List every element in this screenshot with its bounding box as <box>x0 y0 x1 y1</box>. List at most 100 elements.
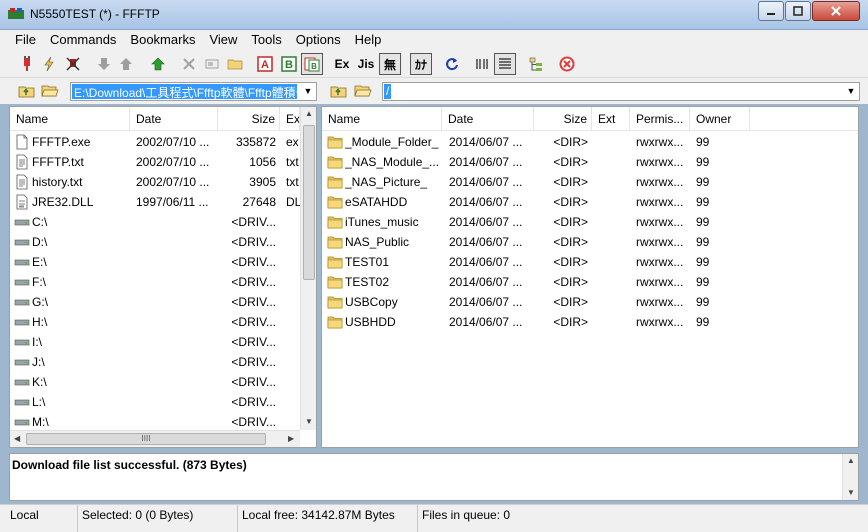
scroll-left-arrow-icon[interactable]: ◀ <box>14 434 20 443</box>
file-permissions: rwxrwx... <box>636 195 684 209</box>
disconnect-button[interactable] <box>62 53 84 75</box>
menu-file[interactable]: File <box>8 30 43 50</box>
svg-text:B: B <box>285 59 293 71</box>
euc-mode-button[interactable]: Ex <box>331 53 353 75</box>
title-bar[interactable]: N5550TEST (*) - FFFTP <box>0 0 868 30</box>
file-size: <DIR> <box>553 155 588 169</box>
local-horizontal-scrollbar[interactable]: ◀ IIII ▶ <box>10 430 300 447</box>
local-file-row[interactable]: L:\ <DRIV... <box>10 392 316 412</box>
local-path-combo[interactable]: E:\Download\工具程式\Ffftp軟體\Ffftp體積奇小速度奇快 ▼ <box>70 82 317 101</box>
remote-file-row[interactable]: TEST02 2014/06/07 ... <DIR> rwxrwx... 99 <box>322 272 858 292</box>
scroll-down-arrow-icon[interactable]: ▼ <box>305 417 313 426</box>
remote-col-owner[interactable]: Owner <box>690 107 750 131</box>
auto-mode-button[interactable]: B <box>301 53 323 75</box>
local-file-row[interactable]: history.txt 2002/07/10 ... 3905 txt <box>10 172 316 192</box>
make-folder-button[interactable] <box>224 53 246 75</box>
menu-tools[interactable]: Tools <box>244 30 288 50</box>
folder-icon <box>327 156 343 169</box>
log-panel[interactable]: Download file list successful. (873 Byte… <box>9 453 859 501</box>
local-file-row[interactable]: J:\ <DRIV... <box>10 352 316 372</box>
local-file-row[interactable]: K:\ <DRIV... <box>10 372 316 392</box>
menu-help[interactable]: Help <box>348 30 389 50</box>
menu-options[interactable]: Options <box>289 30 348 50</box>
remote-file-row[interactable]: TEST01 2014/06/07 ... <DIR> rwxrwx... 99 <box>322 252 858 272</box>
local-open-folder-icon[interactable] <box>41 83 59 99</box>
maximize-button[interactable] <box>785 1 811 21</box>
remote-open-folder-icon[interactable] <box>354 83 372 99</box>
remote-file-row[interactable]: _NAS_Module_... 2014/06/07 ... <DIR> rwxrwx… <box>322 152 858 172</box>
list-view-button[interactable] <box>471 53 493 75</box>
log-scrollbar[interactable]: ▲ ▼ <box>842 454 858 500</box>
local-file-row[interactable]: H:\ <DRIV... <box>10 312 316 332</box>
download-button[interactable] <box>93 53 115 75</box>
file-size: <DIR> <box>553 295 588 309</box>
remote-path-dropdown-icon[interactable]: ▼ <box>843 83 859 100</box>
log-scroll-down-arrow-icon[interactable]: ▼ <box>847 488 855 497</box>
local-file-row[interactable]: F:\ <DRIV... <box>10 272 316 292</box>
local-col-size[interactable]: Size <box>218 107 280 131</box>
remote-file-row[interactable]: USBHDD 2014/06/07 ... <DIR> rwxrwx... 99 <box>322 312 858 332</box>
remote-file-row[interactable]: eSATAHDD 2014/06/07 ... <DIR> rwxrwx... 99 <box>322 192 858 212</box>
rename-button[interactable] <box>201 53 223 75</box>
quick-connect-button[interactable] <box>38 53 60 75</box>
local-file-row[interactable]: FFFTP.txt 2002/07/10 ... 1056 txt <box>10 152 316 172</box>
binary-mode-button[interactable]: B <box>278 53 300 75</box>
file-ext <box>286 292 300 312</box>
log-scroll-up-arrow-icon[interactable]: ▲ <box>847 456 855 465</box>
refresh-button[interactable] <box>441 53 463 75</box>
delete-button[interactable] <box>178 53 200 75</box>
local-col-name[interactable]: Name <box>10 107 130 131</box>
local-file-row[interactable]: D:\ <DRIV... <box>10 232 316 252</box>
remote-col-permissions[interactable]: Permis... <box>630 107 690 131</box>
details-view-button[interactable] <box>494 53 516 75</box>
local-file-list[interactable]: Name Date Size Ext FFFTP.exe 2002/07/10 .… <box>9 106 317 448</box>
remote-file-row[interactable]: _Module_Folder_ 2014/06/07 ... <DIR> rwxrwx… <box>322 132 858 152</box>
menu-commands[interactable]: Commands <box>43 30 123 50</box>
local-vscroll-thumb[interactable] <box>303 125 315 280</box>
remote-up-folder-icon[interactable] <box>330 83 348 99</box>
upload-button[interactable] <box>115 53 137 75</box>
remote-file-row[interactable]: iTunes_music 2014/06/07 ... <DIR> rwxrwx...… <box>322 212 858 232</box>
connect-button[interactable] <box>16 53 38 75</box>
remote-col-date[interactable]: Date <box>442 107 534 131</box>
menu-view[interactable]: View <box>202 30 244 50</box>
file-size: <DRIV... <box>231 415 276 429</box>
file-permissions: rwxrwx... <box>636 295 684 309</box>
local-file-row[interactable]: JRE32.DLL 1997/06/11 ... 27648 DL <box>10 192 316 212</box>
menu-bookmarks[interactable]: Bookmarks <box>123 30 202 50</box>
scroll-right-arrow-icon[interactable]: ▶ <box>288 434 294 443</box>
minimize-button[interactable] <box>758 1 784 21</box>
local-file-row[interactable]: M:\ <DRIV... <box>10 412 316 432</box>
local-vertical-scrollbar[interactable]: ▲ ▼ <box>300 107 316 430</box>
local-up-folder-icon[interactable] <box>18 83 36 99</box>
remote-file-row[interactable]: USBCopy 2014/06/07 ... <DIR> rwxrwx... 99 <box>322 292 858 312</box>
local-col-ext[interactable]: Ext <box>280 107 300 131</box>
file-name: eSATAHDD <box>345 195 408 209</box>
tree-view-button[interactable] <box>525 53 547 75</box>
close-button[interactable] <box>812 1 860 21</box>
stop-button[interactable] <box>556 53 578 75</box>
mirror-upload-button[interactable] <box>147 53 169 75</box>
remote-col-size[interactable]: Size <box>534 107 592 131</box>
local-file-row[interactable]: C:\ <DRIV... <box>10 212 316 232</box>
remote-file-list[interactable]: Name Date Size Ext Permis... Owner _Modu… <box>321 106 859 448</box>
status-local-free: Local free: 34142.87M Bytes <box>238 505 418 532</box>
local-col-date[interactable]: Date <box>130 107 218 131</box>
local-path-dropdown-icon[interactable]: ▼ <box>300 83 316 100</box>
local-file-row[interactable]: G:\ <DRIV... <box>10 292 316 312</box>
remote-col-ext[interactable]: Ext <box>592 107 630 131</box>
local-file-row[interactable]: I:\ <DRIV... <box>10 332 316 352</box>
ascii-mode-button[interactable]: A <box>254 53 276 75</box>
remote-path-combo[interactable]: / ▼ <box>382 82 860 101</box>
no-kana-button[interactable]: 無 <box>379 53 401 75</box>
remote-file-row[interactable]: NAS_Public 2014/06/07 ... <DIR> rwxrwx... 99 <box>322 232 858 252</box>
remote-col-name[interactable]: Name <box>322 107 442 131</box>
local-file-row[interactable]: E:\ <DRIV... <box>10 252 316 272</box>
scroll-up-arrow-icon[interactable]: ▲ <box>305 109 313 118</box>
kana-convert-button[interactable]: ｶﾅ <box>410 53 432 75</box>
jis-mode-button[interactable]: Jis <box>355 53 377 75</box>
local-hscroll-thumb[interactable]: IIII <box>26 433 266 445</box>
local-file-row[interactable]: FFFTP.exe 2002/07/10 ... 335872 ex <box>10 132 316 152</box>
file-permissions: rwxrwx... <box>636 215 684 229</box>
remote-file-row[interactable]: _NAS_Picture_ 2014/06/07 ... <DIR> rwxrwx..… <box>322 172 858 192</box>
